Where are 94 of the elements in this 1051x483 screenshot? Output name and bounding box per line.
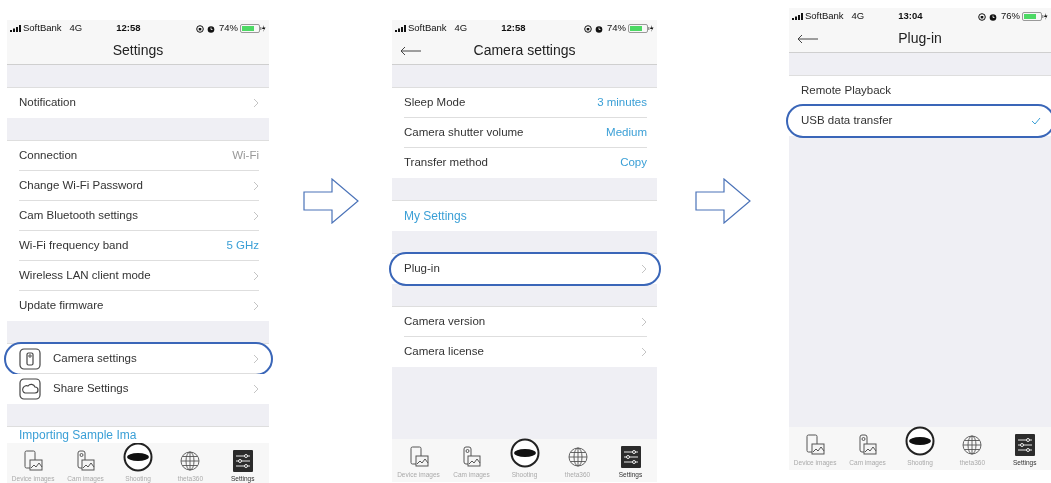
phone-picture-icon <box>805 434 826 457</box>
sliders-icon <box>620 446 641 469</box>
settings-row[interactable]: Wireless LAN client mode <box>7 261 269 291</box>
chevron-icon <box>253 180 259 191</box>
signal-icon <box>792 13 803 20</box>
settings-row[interactable]: USB data transfer <box>789 106 1051 136</box>
screen-title: Settings <box>112 41 164 60</box>
screen-title: Plug-in <box>898 29 942 48</box>
row-label: Wireless LAN client mode <box>19 267 152 283</box>
row-value: Medium <box>606 124 647 140</box>
settings-row[interactable]: Transfer method Copy <box>392 148 657 178</box>
row-label: Share Settings <box>53 381 130 397</box>
row-label: Remote Playback <box>801 82 893 98</box>
chevron-icon <box>253 98 259 108</box>
battery-percent: 74% <box>219 21 238 36</box>
screen-title: Camera settings <box>473 41 576 60</box>
row-label: Transfer method <box>404 155 489 171</box>
settings-row[interactable]: Wi-Fi frequency band 5 GHz <box>7 231 269 261</box>
camera-picture-icon <box>75 450 96 473</box>
chevron-icon <box>641 316 647 327</box>
chevron-icon <box>641 264 647 274</box>
row-label: Cam Bluetooth settings <box>19 207 139 223</box>
alarm-icon <box>595 24 603 33</box>
chevron-icon <box>641 347 647 357</box>
chevron-icon <box>253 270 259 281</box>
settings-row[interactable]: Connection Wi-Fi <box>7 141 269 171</box>
right-arrow-icon <box>695 178 751 224</box>
rotation-lock-icon <box>196 24 204 33</box>
signal-icon <box>10 25 21 32</box>
row-value: Wi-Fi <box>232 147 259 163</box>
row-label: Camera shutter volume <box>404 124 525 140</box>
settings-row[interactable]: Share Settings <box>7 374 269 404</box>
clock-time: 12:58 <box>116 21 141 36</box>
carrier-name: SoftBank <box>23 21 62 36</box>
globe-icon <box>566 446 589 469</box>
row-label: Notification <box>19 95 77 111</box>
camera-picture-icon <box>461 446 482 469</box>
settings-row[interactable]: Camera version <box>392 307 657 337</box>
row-label: Wi-Fi frequency band <box>19 237 130 253</box>
row-label: Sleep Mode <box>404 94 467 110</box>
settings-row[interactable]: Sleep Mode 3 minutes <box>392 88 657 118</box>
chevron-icon <box>253 301 259 311</box>
row-label: Update firmware <box>19 298 105 314</box>
settings-row[interactable]: Camera shutter volume Medium <box>392 118 657 148</box>
settings-row[interactable]: Remote Playback <box>789 76 1051 106</box>
alarm-icon <box>989 12 997 21</box>
row-label: Camera settings <box>53 350 138 366</box>
globe-icon <box>179 450 202 473</box>
settings-row[interactable]: Update firmware <box>7 291 269 321</box>
camera-picture-icon <box>857 434 878 457</box>
row-value: 5 GHz <box>226 237 259 253</box>
network-type: 4G <box>69 21 83 36</box>
row-label: Change Wi-Fi Password <box>19 177 144 193</box>
battery-charging-icon <box>240 24 266 33</box>
network-type: 4G <box>454 21 468 36</box>
sliders-icon <box>232 450 253 473</box>
settings-row[interactable]: Change Wi-Fi Password <box>7 171 269 201</box>
back-arrow-icon[interactable] <box>797 33 819 44</box>
signal-icon <box>395 25 406 32</box>
phone-picture-icon <box>408 446 429 469</box>
carrier-name: SoftBank <box>805 9 844 24</box>
row-label: USB data transfer <box>801 113 894 129</box>
battery-charging-icon <box>1022 12 1048 21</box>
row-value: 3 minutes <box>597 94 647 110</box>
clock-time: 13:04 <box>898 9 923 24</box>
phone-picture-icon <box>23 450 44 473</box>
battery-charging-icon <box>628 24 654 33</box>
right-arrow-icon <box>302 178 359 224</box>
row-label: Importing Sample Ima <box>19 427 138 444</box>
rotation-lock-icon <box>584 24 592 33</box>
chevron-icon <box>253 384 259 394</box>
back-arrow-icon[interactable] <box>400 45 422 56</box>
row-label: Camera license <box>404 344 485 360</box>
rotation-lock-icon <box>978 12 986 21</box>
row-label: My Settings <box>404 208 468 225</box>
chevron-icon <box>253 353 259 364</box>
row-value: Copy <box>620 155 647 171</box>
row-label: Plug-in <box>404 261 441 277</box>
settings-row[interactable]: Cam Bluetooth settings <box>7 201 269 231</box>
globe-icon <box>961 434 984 457</box>
clock-time: 12:58 <box>501 21 526 36</box>
sliders-icon <box>1014 434 1035 457</box>
row-label: Camera version <box>404 313 487 329</box>
alarm-icon <box>207 24 215 33</box>
cloud-icon <box>19 378 41 400</box>
battery-percent: 76% <box>1001 9 1020 24</box>
row-label: Connection <box>19 147 79 163</box>
settings-row[interactable]: Notification <box>7 88 269 118</box>
camera-icon <box>19 347 41 370</box>
chevron-icon <box>253 210 259 221</box>
carrier-name: SoftBank <box>408 21 447 36</box>
settings-row[interactable]: Camera license <box>392 337 657 367</box>
network-type: 4G <box>851 9 865 24</box>
battery-percent: 74% <box>607 21 626 36</box>
